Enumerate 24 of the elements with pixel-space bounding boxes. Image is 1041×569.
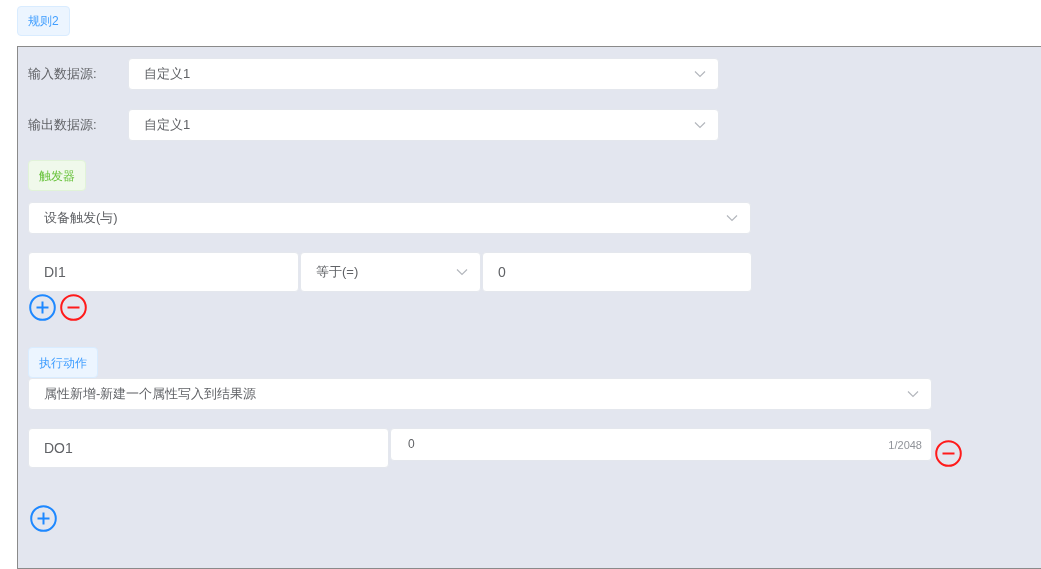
section-tag: 执行动作 bbox=[28, 347, 98, 378]
remove-circle-icon[interactable] bbox=[935, 440, 962, 467]
chevron-down-icon bbox=[694, 70, 706, 78]
chevron-down-icon bbox=[694, 121, 706, 129]
add-circle-icon[interactable] bbox=[29, 294, 56, 321]
chevron-down-icon bbox=[456, 268, 468, 276]
add-circle-icon[interactable] bbox=[30, 505, 57, 532]
chevron-down-icon bbox=[907, 390, 919, 398]
char-counter: 1/2048 bbox=[888, 438, 922, 453]
select-field[interactable]: 设备触发(与) bbox=[28, 202, 751, 234]
select-field[interactable]: 属性新增-新建一个属性写入到结果源 bbox=[28, 378, 932, 410]
select-field[interactable]: 等于(=) bbox=[300, 252, 481, 292]
input-field[interactable]: DI1 bbox=[28, 252, 299, 292]
select-field[interactable]: 自定义1 bbox=[128, 109, 719, 141]
input-field[interactable]: DO1 bbox=[28, 428, 389, 468]
field-label: 输出数据源: bbox=[28, 116, 98, 135]
field-label: 输入数据源: bbox=[28, 65, 98, 84]
rule-tag: 规则2 bbox=[17, 6, 70, 36]
select-field[interactable]: 自定义1 bbox=[128, 58, 719, 90]
chevron-down-icon bbox=[726, 214, 738, 222]
input-field[interactable]: 0 bbox=[482, 252, 752, 292]
section-tag: 触发器 bbox=[28, 160, 86, 191]
remove-circle-icon[interactable] bbox=[60, 294, 87, 321]
text-area[interactable]: 0 1/2048 bbox=[390, 428, 932, 461]
